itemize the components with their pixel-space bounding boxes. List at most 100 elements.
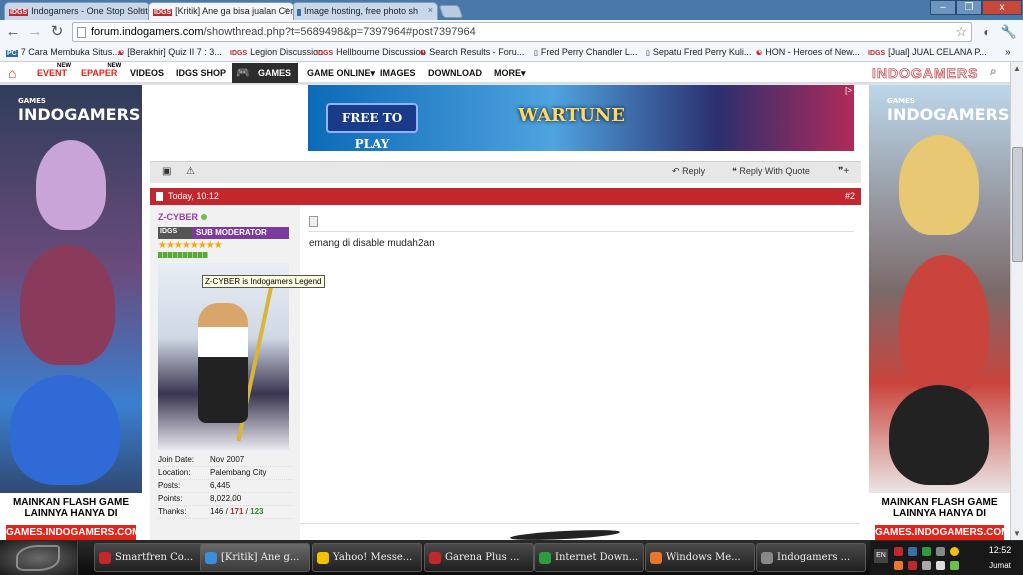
bookmark-item[interactable]: ▯ Fred Perry Chandler L... <box>534 47 637 57</box>
tray-icon[interactable] <box>950 561 959 570</box>
nav-shop[interactable]: IDGS SHOP <box>176 68 226 78</box>
tray-icon[interactable] <box>936 547 945 556</box>
nav-images[interactable]: IMAGES <box>380 68 416 78</box>
scroll-up-icon[interactable]: ▲ <box>1013 64 1021 73</box>
page-icon <box>77 27 86 38</box>
taskbar-label: Garena Plus ... <box>445 552 520 563</box>
tray-icon[interactable] <box>908 547 917 556</box>
tray-icon[interactable] <box>908 561 917 570</box>
wartune-banner-ad[interactable]: FREE TO PLAY WARTUNE [> <box>308 85 854 151</box>
username-link[interactable]: Z-CYBER <box>158 212 207 222</box>
bookmark-item[interactable]: ▯ Sepatu Fred Perry Kuli... <box>646 47 751 57</box>
nav-epaper[interactable]: EPAPER NEW <box>81 63 121 78</box>
tab-indogamers[interactable]: IDGS Indogamers - One Stop Soluti × <box>4 2 150 20</box>
nav-game-online[interactable]: GAME ONLINE▾ <box>307 68 375 79</box>
volume-icon[interactable] <box>936 561 945 570</box>
tray-icon[interactable] <box>894 561 903 570</box>
nav-download[interactable]: DOWNLOAD <box>428 68 482 78</box>
ad-brand-text: INDOGAMERS <box>18 105 141 124</box>
minimize-button[interactable]: – <box>930 0 956 15</box>
tab-kritik[interactable]: IDGS [Kritik] Ane ga bisa jualan Cer × <box>148 2 294 20</box>
page-scrollbar[interactable]: ▲ ▼ <box>1010 62 1023 540</box>
close-icon[interactable]: × <box>428 5 433 15</box>
nav-videos[interactable]: VIDEOS <box>130 68 164 78</box>
rank-logo: IDGS <box>158 227 192 239</box>
report-icon[interactable]: ⚠ <box>186 166 195 177</box>
multiquote-icon[interactable]: ❞+ <box>838 166 849 177</box>
indogamers-logo[interactable]: INDOGAMERS <box>872 65 1002 82</box>
avatar[interactable] <box>158 263 289 450</box>
location-row: Location: Palembang City <box>158 468 293 480</box>
left-side-ad[interactable]: GAMES INDOGAMERS MAINKAN FLASH GAME LAINN… <box>0 85 142 543</box>
taskbar-item[interactable]: Garena Plus ... <box>424 543 534 572</box>
bookmark-item[interactable]: PC 7 Cara Membuka Situs... <box>6 47 120 57</box>
taskbar-label: Internet Down... <box>555 552 639 563</box>
free-to-play-button[interactable]: FREE TO PLAY <box>326 103 418 151</box>
language-indicator[interactable]: EN <box>874 549 888 563</box>
thanks-received[interactable]: 171 <box>230 507 243 516</box>
nav-more[interactable]: MORE▾ <box>494 68 526 79</box>
more-bookmarks-icon[interactable]: » <box>1005 47 1011 58</box>
tray-icon[interactable] <box>922 547 931 556</box>
ad-footer: MAINKAN FLASH GAME LAINNYA HANYA DI GAMES… <box>869 493 1010 543</box>
bookmark-star-icon[interactable]: ☆ <box>955 24 967 40</box>
close-icon[interactable]: × <box>284 5 289 15</box>
ip-icon[interactable]: ▣ <box>162 166 171 177</box>
search-icon[interactable]: ⌕ <box>990 64 997 79</box>
ad-footer: MAINKAN FLASH GAME LAINNYA HANYA DI GAMES… <box>0 493 142 543</box>
tray-icon[interactable] <box>894 547 903 556</box>
taskbar-item[interactable]: Smartfren Co... <box>94 543 204 572</box>
taskbar-item[interactable]: Internet Down... <box>534 543 644 572</box>
quote-icon: ❝ <box>732 166 737 176</box>
scroll-down-icon[interactable]: ▼ <box>1013 529 1021 538</box>
bookmark-label: [Jual] JUAL CELANA P... <box>888 47 987 57</box>
nav-event[interactable]: EVENT NEW <box>37 63 71 78</box>
ad-character <box>20 245 115 365</box>
close-window-button[interactable]: x <box>982 0 1022 15</box>
back-arrow-icon[interactable]: ← <box>4 23 22 41</box>
start-button[interactable] <box>0 541 78 575</box>
network-icon[interactable] <box>922 561 931 570</box>
ad-choices-icon[interactable]: [> <box>845 86 852 95</box>
reply-button[interactable]: ↶ Reply <box>672 166 705 177</box>
home-icon[interactable]: ⌂ <box>8 65 16 81</box>
bookmark-item[interactable]: IDGS [Jual] JUAL CELANA P... <box>868 47 987 57</box>
yahoo-messenger-icon <box>317 552 329 564</box>
bookmark-item[interactable]: ☯ Search Results - Foru... <box>420 47 524 57</box>
address-bar[interactable]: forum.indogamers.com/showthread.php?t=56… <box>72 22 972 42</box>
close-icon[interactable]: × <box>140 5 145 15</box>
thanks-posts[interactable]: 123 <box>250 507 263 516</box>
extension-icon[interactable]: ◐ <box>978 23 996 41</box>
bookmark-item[interactable]: IDGS Hellbourne Discussion <box>316 47 426 57</box>
right-side-ad[interactable]: GAMES INDOGAMERS MAINKAN FLASH GAME LAINN… <box>869 85 1010 543</box>
taskbar-item[interactable]: Windows Me... <box>645 543 755 572</box>
reply-label: Reply <box>682 166 706 176</box>
tab-image-hosting[interactable]: Image hosting, free photo sh × <box>292 2 438 20</box>
ad-footer-text: MAINKAN FLASH GAME LAINNYA HANYA DI <box>881 497 998 519</box>
taskbar-item[interactable]: Indogamers ... <box>756 543 866 572</box>
caret-down-icon: ▾ <box>370 68 376 78</box>
taskbar-item[interactable]: [Kritik] Ane g... <box>200 543 310 572</box>
post-number-link[interactable]: #2 <box>845 191 855 201</box>
maximize-button[interactable]: ❐ <box>956 0 982 15</box>
taskbar-item[interactable]: Yahoo! Messe... <box>312 543 422 572</box>
divider <box>308 231 854 232</box>
bookmark-item[interactable]: IDGS Legion Discussion <box>230 47 323 57</box>
nav-games[interactable]: 🎮 GAMES <box>232 63 298 83</box>
ad-url: GAMES.INDOGAMERS.COM <box>6 525 141 540</box>
yahoo-tray-icon[interactable] <box>950 547 959 556</box>
new-tab-button[interactable] <box>438 5 464 18</box>
forward-arrow-icon[interactable]: → <box>26 23 44 41</box>
tab-strip: IDGS Indogamers - One Stop Soluti × IDGS [K… <box>0 0 1023 20</box>
ad-brand-small: GAMES <box>18 97 46 105</box>
reload-icon[interactable]: ↻ <box>48 23 66 41</box>
reply-quote-button[interactable]: ❝ Reply With Quote <box>732 166 810 177</box>
clock[interactable]: 12:52 <box>982 545 1018 555</box>
bookmark-item[interactable]: ☯ [Berakhir] Quiz II 7 : 3... <box>118 47 222 57</box>
scroll-thumb[interactable] <box>1012 147 1023 262</box>
chrome-icon <box>205 552 217 564</box>
ad-brand: GAMES INDOGAMERS <box>18 97 140 124</box>
bookmark-item[interactable]: ☯ HON - Heroes of New... <box>756 47 860 57</box>
wrench-icon[interactable]: 🔧 <box>1000 23 1018 41</box>
idgs-icon: IDGS <box>868 50 886 57</box>
